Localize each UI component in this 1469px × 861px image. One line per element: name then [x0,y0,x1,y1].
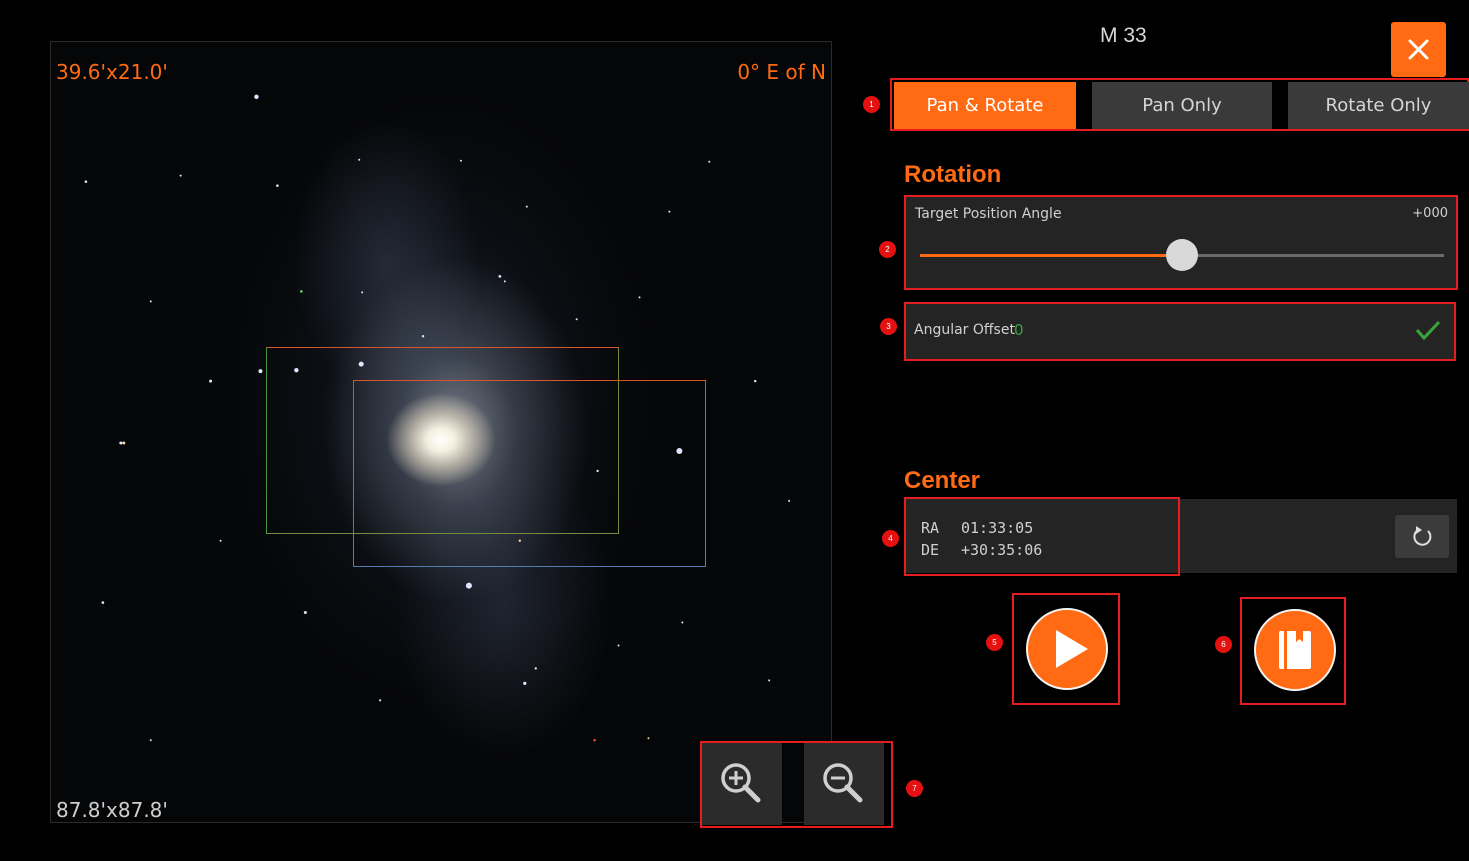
position-angle-card: Target Position Angle +000 [904,195,1458,290]
position-angle-slider[interactable] [920,239,1444,271]
ra-row: RA 01:33:05 [921,519,1033,537]
refresh-icon [1413,526,1432,546]
check-icon[interactable] [1414,318,1442,342]
sky-image[interactable]: 39.6'x21.0' 0° E of N 87.8'x87.8' [50,41,832,823]
position-angle-value: +000 [1412,206,1448,221]
angular-offset-card: Angular Offset [904,302,1456,361]
annotation-badge: 3 [880,318,897,335]
framing-assistant-screen: 39.6'x21.0' 0° E of N 87.8'x87.8' 7 M 33 [0,0,1469,861]
target-frame-rect[interactable] [353,380,706,567]
zoom-controls [700,741,893,828]
zoom-in-button[interactable] [702,743,782,825]
rotation-title: Rotation [904,161,1002,188]
zoom-out-icon [823,763,863,803]
de-row: DE +30:35:06 [921,541,1042,559]
close-icon [1408,39,1429,60]
position-angle-readout: 0° E of N [737,60,826,84]
zoom-out-button[interactable] [804,743,884,825]
zoom-in-icon [721,763,761,803]
field-size-readout: 87.8'x87.8' [56,798,168,822]
annotation-badge: 5 [986,634,1003,651]
mode-pan-rotate-button[interactable]: Pan & Rotate [894,82,1076,129]
mode-pan-only-button[interactable]: Pan Only [1092,82,1272,129]
fov-readout: 39.6'x21.0' [56,60,168,84]
center-title: Center [904,467,981,494]
start-action-box [1012,593,1120,705]
reset-center-button[interactable] [1395,515,1449,558]
book-icon [1279,631,1311,669]
annotation-badge: 6 [1215,636,1232,653]
ra-value: 01:33:05 [961,519,1034,537]
slider-thumb[interactable] [1166,239,1198,271]
play-icon [1056,630,1088,668]
annotation-badge: 4 [882,530,899,547]
angular-offset-input[interactable] [1014,319,1074,341]
annotation-badge: 7 [906,780,923,797]
mode-selector: Pan & Rotate Pan Only Rotate Only [890,78,1469,131]
center-coordinates[interactable]: RA 01:33:05 DE +30:35:06 [904,497,1180,576]
angular-offset-label: Angular Offset [914,322,1015,338]
annotation-badge: 2 [879,241,896,258]
mode-rotate-only-button[interactable]: Rotate Only [1288,82,1469,129]
de-label: DE [921,541,940,559]
de-value: +30:35:06 [961,541,1043,559]
ra-label: RA [921,519,940,537]
slider-fill [920,254,1182,257]
save-target-button[interactable] [1254,609,1336,691]
position-angle-label: Target Position Angle [915,206,1062,222]
annotation-badge: 1 [863,96,880,113]
object-title: M 33 [1100,24,1147,47]
start-button[interactable] [1026,608,1108,690]
save-action-box [1240,597,1346,705]
close-button[interactable] [1391,22,1446,77]
